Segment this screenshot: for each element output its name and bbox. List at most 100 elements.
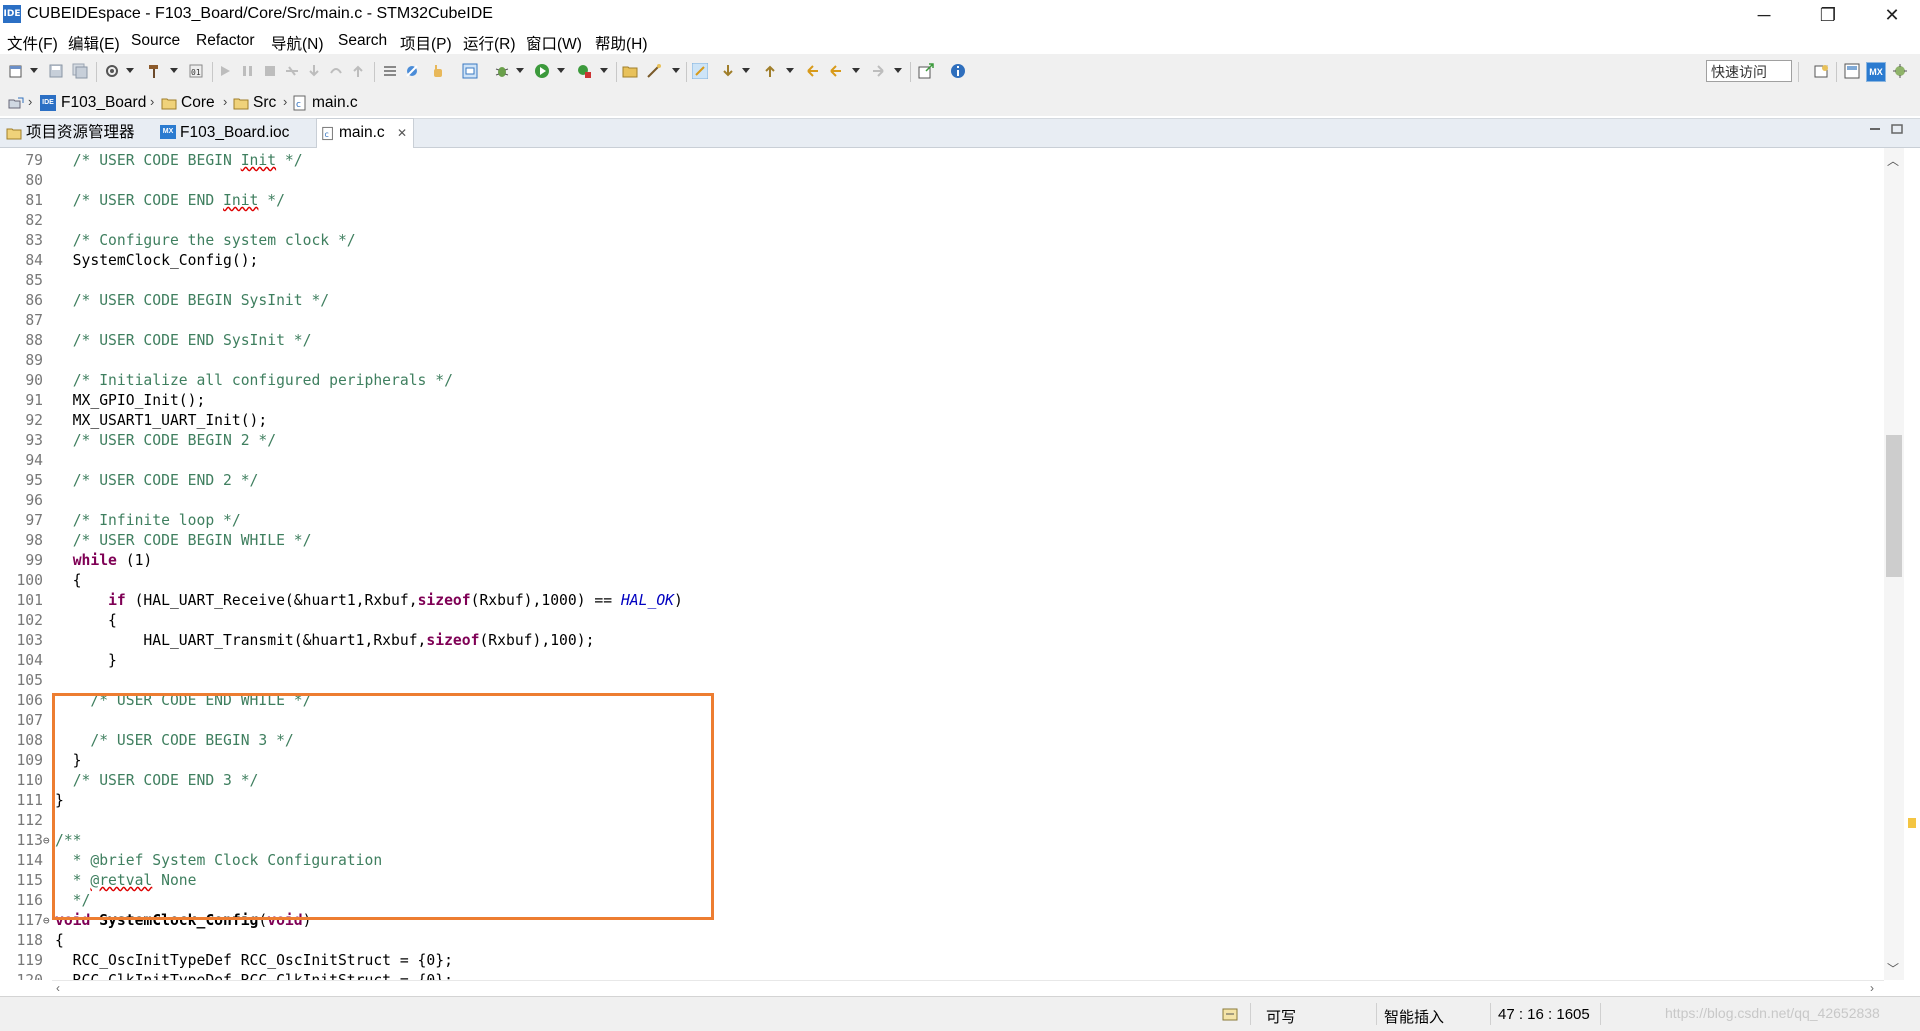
settings-icon[interactable] <box>104 63 120 79</box>
code-line[interactable]: 112 <box>0 811 1880 831</box>
menu-window[interactable]: 窗口(W) <box>526 32 582 54</box>
code-line[interactable]: 118 { <box>0 931 1880 951</box>
list-icon[interactable] <box>382 63 398 79</box>
step-over-icon[interactable] <box>328 63 344 79</box>
code-line[interactable]: 81 /* USER CODE END Init */ <box>0 191 1880 211</box>
code-line[interactable]: 101 if (HAL_UART_Receive(&huart1,Rxbuf,s… <box>0 591 1880 611</box>
code-line[interactable]: 98 /* USER CODE BEGIN WHILE */ <box>0 531 1880 551</box>
close-tab-icon[interactable]: ✕ <box>397 119 407 147</box>
new-file-icon[interactable] <box>8 63 24 79</box>
scroll-down-icon[interactable]: ﹀ <box>1887 960 1899 977</box>
code-line[interactable]: 92 MX_USART1_UART_Init(); <box>0 411 1880 431</box>
close-button[interactable]: ✕ <box>1864 0 1920 30</box>
menu-help[interactable]: 帮助(H) <box>595 32 648 54</box>
menu-source[interactable]: Source <box>131 32 180 50</box>
toggle-mark-icon[interactable] <box>692 63 708 79</box>
last-edit-icon[interactable] <box>804 63 820 79</box>
open-folder-icon[interactable] <box>622 63 638 79</box>
code-line[interactable]: 106 /* USER CODE END WHILE */ <box>0 691 1880 711</box>
debug-icon[interactable] <box>494 63 510 79</box>
menu-file[interactable]: 文件(F) <box>7 32 58 54</box>
code-line[interactable]: 84 SystemClock_Config(); <box>0 251 1880 271</box>
code-line[interactable]: 79 /* USER CODE BEGIN Init */ <box>0 151 1880 171</box>
external-tools-icon[interactable] <box>576 63 592 79</box>
fold-toggle-icon[interactable]: ⊖ <box>43 831 53 851</box>
code-line[interactable]: 111} <box>0 791 1880 811</box>
code-line[interactable]: 114 * @brief System Clock Configuration <box>0 851 1880 871</box>
code-line[interactable]: 104 } <box>0 651 1880 671</box>
menu-project[interactable]: 项目(P) <box>400 32 452 54</box>
breadcrumb-nav-icon[interactable] <box>8 95 24 111</box>
skip-breakpoints-icon[interactable] <box>404 63 420 79</box>
wand-icon[interactable] <box>646 63 662 79</box>
back-dropdown-icon[interactable] <box>852 68 860 73</box>
code-line[interactable]: 115 * @retval None <box>0 871 1880 891</box>
breadcrumb-src[interactable]: Src <box>253 94 276 112</box>
suspend-icon[interactable] <box>240 63 256 79</box>
code-line[interactable]: 95 /* USER CODE END 2 */ <box>0 471 1880 491</box>
code-line[interactable]: 85 <box>0 271 1880 291</box>
binary-icon[interactable]: 01 <box>188 63 204 79</box>
code-line[interactable]: 89 <box>0 351 1880 371</box>
disconnect-icon[interactable] <box>284 63 300 79</box>
code-line[interactable]: 110 /* USER CODE END 3 */ <box>0 771 1880 791</box>
scrollbar-thumb[interactable] <box>1886 435 1902 577</box>
breadcrumb-core[interactable]: Core <box>181 94 215 112</box>
save-icon[interactable] <box>48 63 64 79</box>
next-annotation-dropdown-icon[interactable] <box>742 68 750 73</box>
build-target-icon[interactable] <box>462 63 478 79</box>
code-line[interactable]: 120 RCC_ClkInitTypeDef RCC_ClkInitStruct… <box>0 971 1880 980</box>
breadcrumb-file[interactable]: main.c <box>312 94 358 112</box>
hand-icon[interactable] <box>430 63 446 79</box>
previous-annotation-icon[interactable] <box>762 63 778 79</box>
run-icon[interactable] <box>534 63 550 79</box>
previous-annotation-dropdown-icon[interactable] <box>786 68 794 73</box>
step-return-icon[interactable] <box>350 63 366 79</box>
forward-icon[interactable] <box>870 63 886 79</box>
menu-run[interactable]: 运行(R) <box>463 32 516 54</box>
code-line[interactable]: 119 RCC_OscInitTypeDef RCC_OscInitStruct… <box>0 951 1880 971</box>
tab-ioc-file[interactable]: MX F103_Board.ioc <box>158 119 308 147</box>
code-line[interactable]: 103 HAL_UART_Transmit(&huart1,Rxbuf,size… <box>0 631 1880 651</box>
tab-main-c[interactable]: c main.c ✕ <box>316 118 414 149</box>
code-line[interactable]: 91 MX_GPIO_Init(); <box>0 391 1880 411</box>
info-icon[interactable] <box>950 63 966 79</box>
next-annotation-icon[interactable] <box>720 63 736 79</box>
forward-dropdown-icon[interactable] <box>894 68 902 73</box>
code-line[interactable]: 107 <box>0 711 1880 731</box>
code-line[interactable]: 105 <box>0 671 1880 691</box>
code-line[interactable]: 116 */ <box>0 891 1880 911</box>
new-dropdown-icon[interactable] <box>30 68 38 73</box>
code-line[interactable]: 102 { <box>0 611 1880 631</box>
code-line[interactable]: 108 /* USER CODE BEGIN 3 */ <box>0 731 1880 751</box>
maximize-view-icon[interactable] <box>1890 123 1904 135</box>
code-line[interactable]: 100 { <box>0 571 1880 591</box>
status-icon[interactable] <box>1222 1006 1240 1022</box>
code-line[interactable]: 82 <box>0 211 1880 231</box>
build-dropdown-icon[interactable] <box>170 68 178 73</box>
step-into-icon[interactable] <box>306 63 322 79</box>
code-line[interactable]: 80 <box>0 171 1880 191</box>
code-line[interactable]: 109 } <box>0 751 1880 771</box>
scroll-up-icon[interactable]: ︿ <box>1887 152 1899 169</box>
code-line[interactable]: 97 /* Infinite loop */ <box>0 511 1880 531</box>
menu-edit[interactable]: 编辑(E) <box>68 32 120 54</box>
code-line[interactable]: 93 /* USER CODE BEGIN 2 */ <box>0 431 1880 451</box>
code-line[interactable]: 113 ⊖/** <box>0 831 1880 851</box>
horizontal-scrollbar[interactable]: ‹ › <box>52 980 1884 997</box>
breadcrumb-project[interactable]: F103_Board <box>61 94 146 112</box>
open-perspective-icon[interactable] <box>918 63 934 79</box>
build-hammer-icon[interactable] <box>146 63 162 79</box>
restore-button[interactable]: ❐ <box>1800 0 1856 30</box>
wand-dropdown-icon[interactable] <box>672 68 680 73</box>
perspective-debug-icon[interactable] <box>1814 63 1830 79</box>
mx-perspective-icon[interactable]: MX <box>1866 62 1886 82</box>
perspective-c-icon[interactable] <box>1844 63 1860 79</box>
external-tools-dropdown-icon[interactable] <box>600 68 608 73</box>
tab-project-explorer[interactable]: 项目资源管理器 <box>4 119 154 147</box>
menu-search[interactable]: Search <box>338 32 387 50</box>
minimize-button[interactable]: ─ <box>1736 0 1792 30</box>
code-line[interactable]: 83 /* Configure the system clock */ <box>0 231 1880 251</box>
debug-dropdown-icon[interactable] <box>516 68 524 73</box>
menu-navigate[interactable]: 导航(N) <box>271 32 324 54</box>
